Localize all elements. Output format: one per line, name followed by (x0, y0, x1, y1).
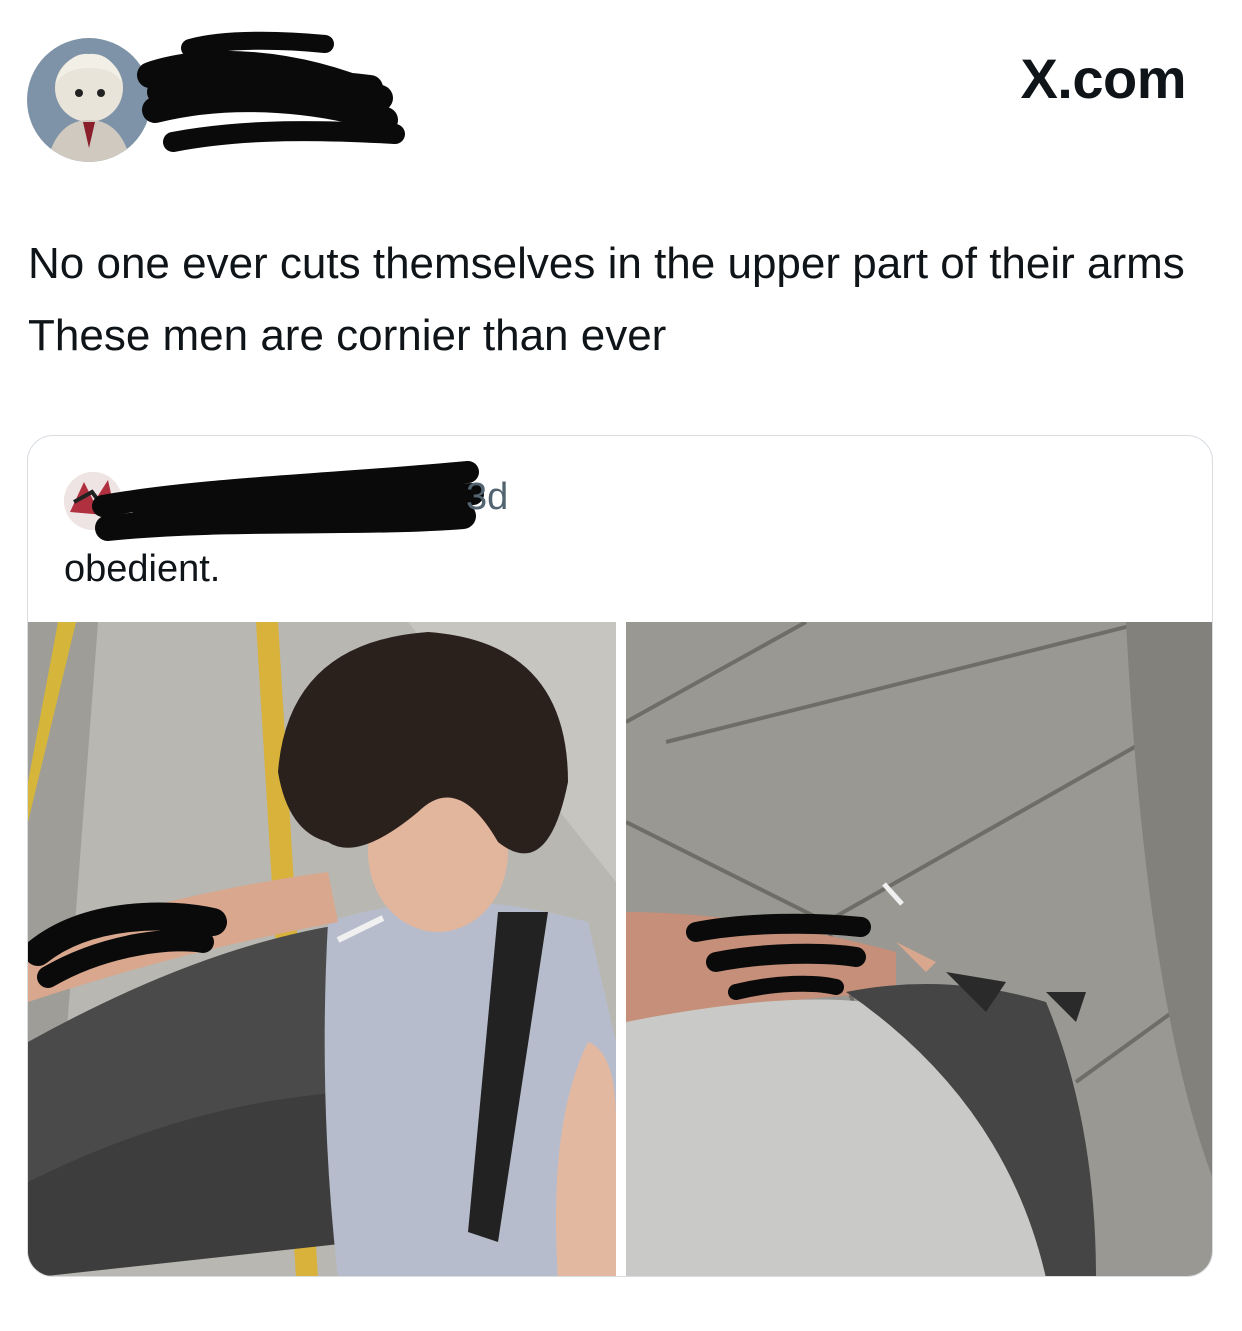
quoted-timestamp[interactable]: 3d (466, 476, 508, 519)
redacted-username (137, 31, 405, 152)
selfie-photo-image (28, 622, 616, 1276)
tweet-header: X.com (0, 0, 1242, 200)
quoted-tweet-text: obedient. (64, 548, 221, 590)
sidewalk-photo[interactable] (626, 622, 1212, 1276)
profile-avatar[interactable] (27, 38, 151, 162)
profile-avatar-icon (27, 38, 151, 162)
redacted-quoted-username (92, 461, 484, 541)
sidewalk-photo-image (626, 622, 1212, 1276)
selfie-photo[interactable] (28, 622, 616, 1276)
brand-logo-text[interactable]: X.com (1020, 46, 1186, 111)
quoted-media-grid (28, 622, 1212, 1276)
quoted-tweet-card[interactable]: 3d obedient. (27, 435, 1213, 1277)
tweet-text: No one ever cuts themselves in the upper… (28, 239, 1185, 360)
